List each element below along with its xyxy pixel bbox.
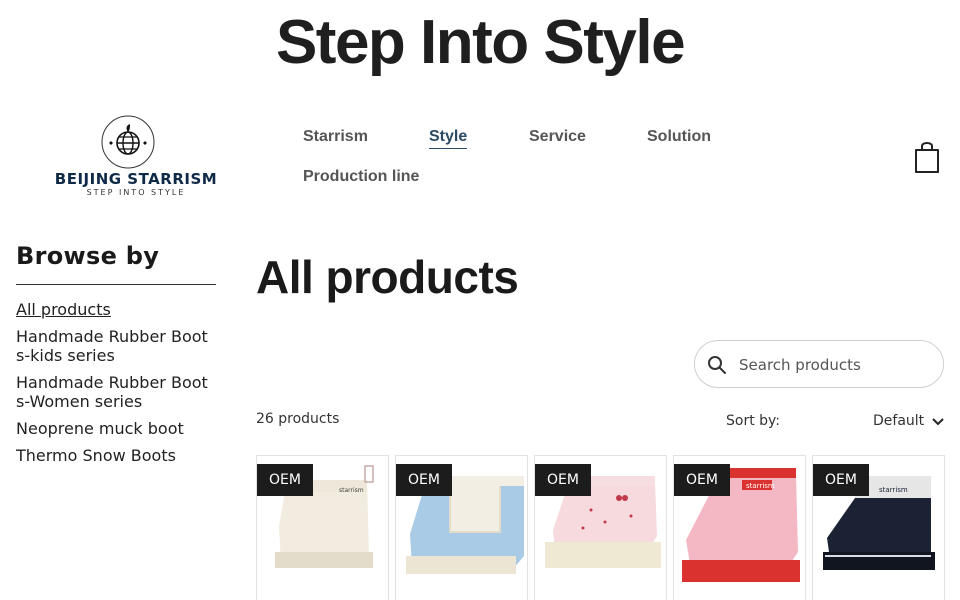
category-list: All products Handmade Rubber Boots-kids … <box>16 300 216 465</box>
boot-brand-label: starrism <box>746 482 775 490</box>
globe-emblem-icon <box>101 115 155 169</box>
sort-label: Sort by: <box>726 413 781 429</box>
oem-badge: OEM <box>813 464 869 496</box>
product-card[interactable]: starrism OEM <box>256 455 389 600</box>
category-kids-series[interactable]: Handmade Rubber Boots-kids series <box>16 327 216 365</box>
search-input[interactable] <box>739 351 934 379</box>
brand-name: BEIJING STARRISM <box>54 170 218 188</box>
boot-brand-label: starrism <box>879 486 908 494</box>
browse-title: Browse by <box>16 242 216 285</box>
category-women-series[interactable]: Handmade Rubber Boots-Women series <box>16 373 216 411</box>
page-heading: All products <box>256 251 519 303</box>
nav-item-style[interactable]: Style <box>429 128 468 149</box>
sidebar: Browse by All products Handmade Rubber B… <box>16 242 216 473</box>
search-box[interactable] <box>694 340 944 388</box>
boot-brand-label: starrism <box>339 487 364 494</box>
nav-item-starrism[interactable]: Starrism <box>303 128 368 146</box>
category-thermo-snow-boots[interactable]: Thermo Snow Boots <box>16 446 216 465</box>
brand-tagline: STEP INTO STYLE <box>86 188 186 197</box>
product-card[interactable]: OEM <box>534 455 667 600</box>
oem-badge: OEM <box>396 464 452 496</box>
site-title: Step Into Style <box>275 8 686 77</box>
sort-select[interactable]: Default <box>873 413 924 429</box>
chevron-down-icon[interactable] <box>932 418 944 426</box>
nav-item-solution[interactable]: Solution <box>647 128 711 146</box>
shopping-bag-icon[interactable] <box>912 140 942 174</box>
product-card[interactable]: starrism OEM <box>812 455 945 600</box>
product-card[interactable]: OEM <box>395 455 528 600</box>
nav-item-production-line[interactable]: Production line <box>303 168 419 186</box>
category-all-products[interactable]: All products <box>16 300 216 319</box>
category-neoprene-muck-boot[interactable]: Neoprene muck boot <box>16 419 216 438</box>
brand-logo[interactable]: BEIJING STARRISM STEP INTO STYLE <box>44 114 228 204</box>
oem-badge: OEM <box>535 464 591 496</box>
search-icon <box>708 356 726 374</box>
oem-badge: OEM <box>674 464 730 496</box>
product-card[interactable]: starrism OEM <box>673 455 806 600</box>
oem-badge: OEM <box>257 464 313 496</box>
product-count: 26 products <box>256 411 340 427</box>
nav-item-service[interactable]: Service <box>529 128 586 146</box>
product-grid: starrism OEM OEM OEM starrism OEM starri… <box>256 455 945 600</box>
